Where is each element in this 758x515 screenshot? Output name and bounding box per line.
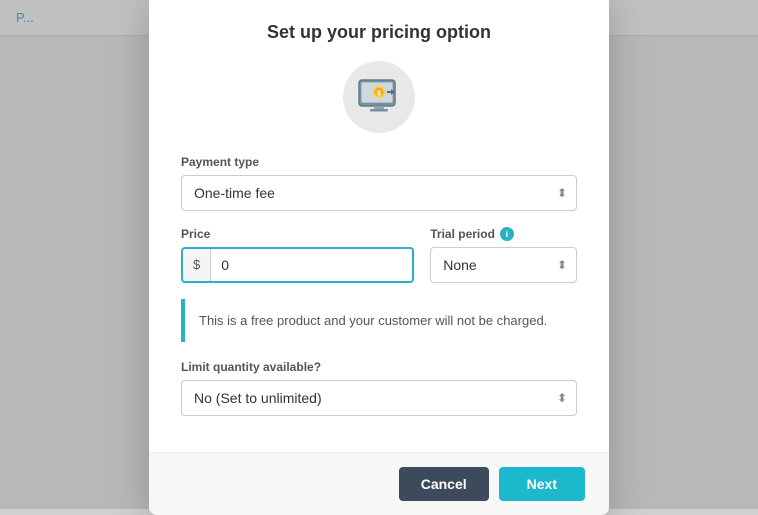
icon-container: $ — [181, 61, 577, 133]
price-label: Price — [181, 227, 414, 241]
pricing-icon: $ — [357, 78, 401, 116]
modal-backdrop: Set up your pricing option $ — [0, 0, 758, 509]
modal-dialog: Set up your pricing option $ — [149, 0, 609, 515]
limit-quantity-label: Limit quantity available? — [181, 360, 577, 374]
modal-title: Set up your pricing option — [181, 22, 577, 43]
limit-quantity-select-wrapper[interactable]: No (Set to unlimited) Yes ⬍ — [181, 380, 577, 416]
price-prefix: $ — [183, 249, 211, 281]
payment-type-select-wrapper[interactable]: One-time fee Subscription Payment plan ⬍ — [181, 175, 577, 211]
payment-type-label: Payment type — [181, 155, 577, 169]
trial-period-label: Trial period — [430, 227, 495, 241]
trial-period-group: Trial period i None 7 days 14 days 30 da… — [430, 227, 577, 283]
limit-quantity-group: Limit quantity available? No (Set to unl… — [181, 360, 577, 416]
price-group: Price $ — [181, 227, 414, 283]
price-input[interactable] — [211, 249, 412, 281]
trial-period-select[interactable]: None 7 days 14 days 30 days — [430, 247, 577, 283]
limit-quantity-select[interactable]: No (Set to unlimited) Yes — [181, 380, 577, 416]
trial-label-row: Trial period i — [430, 227, 577, 241]
info-box: This is a free product and your customer… — [181, 299, 577, 343]
modal-footer: Cancel Next — [149, 452, 609, 515]
payment-type-group: Payment type One-time fee Subscription P… — [181, 155, 577, 211]
price-trial-row: Price $ Trial period i None — [181, 227, 577, 283]
trial-period-select-wrapper[interactable]: None 7 days 14 days 30 days ⬍ — [430, 247, 577, 283]
cancel-button[interactable]: Cancel — [399, 467, 489, 501]
svg-text:$: $ — [377, 90, 381, 97]
pricing-icon-circle: $ — [343, 61, 415, 133]
modal-body: Set up your pricing option $ — [149, 0, 609, 452]
payment-type-select[interactable]: One-time fee Subscription Payment plan — [181, 175, 577, 211]
trial-period-info-icon[interactable]: i — [500, 227, 514, 241]
next-button[interactable]: Next — [499, 467, 585, 501]
price-input-wrapper[interactable]: $ — [181, 247, 414, 283]
